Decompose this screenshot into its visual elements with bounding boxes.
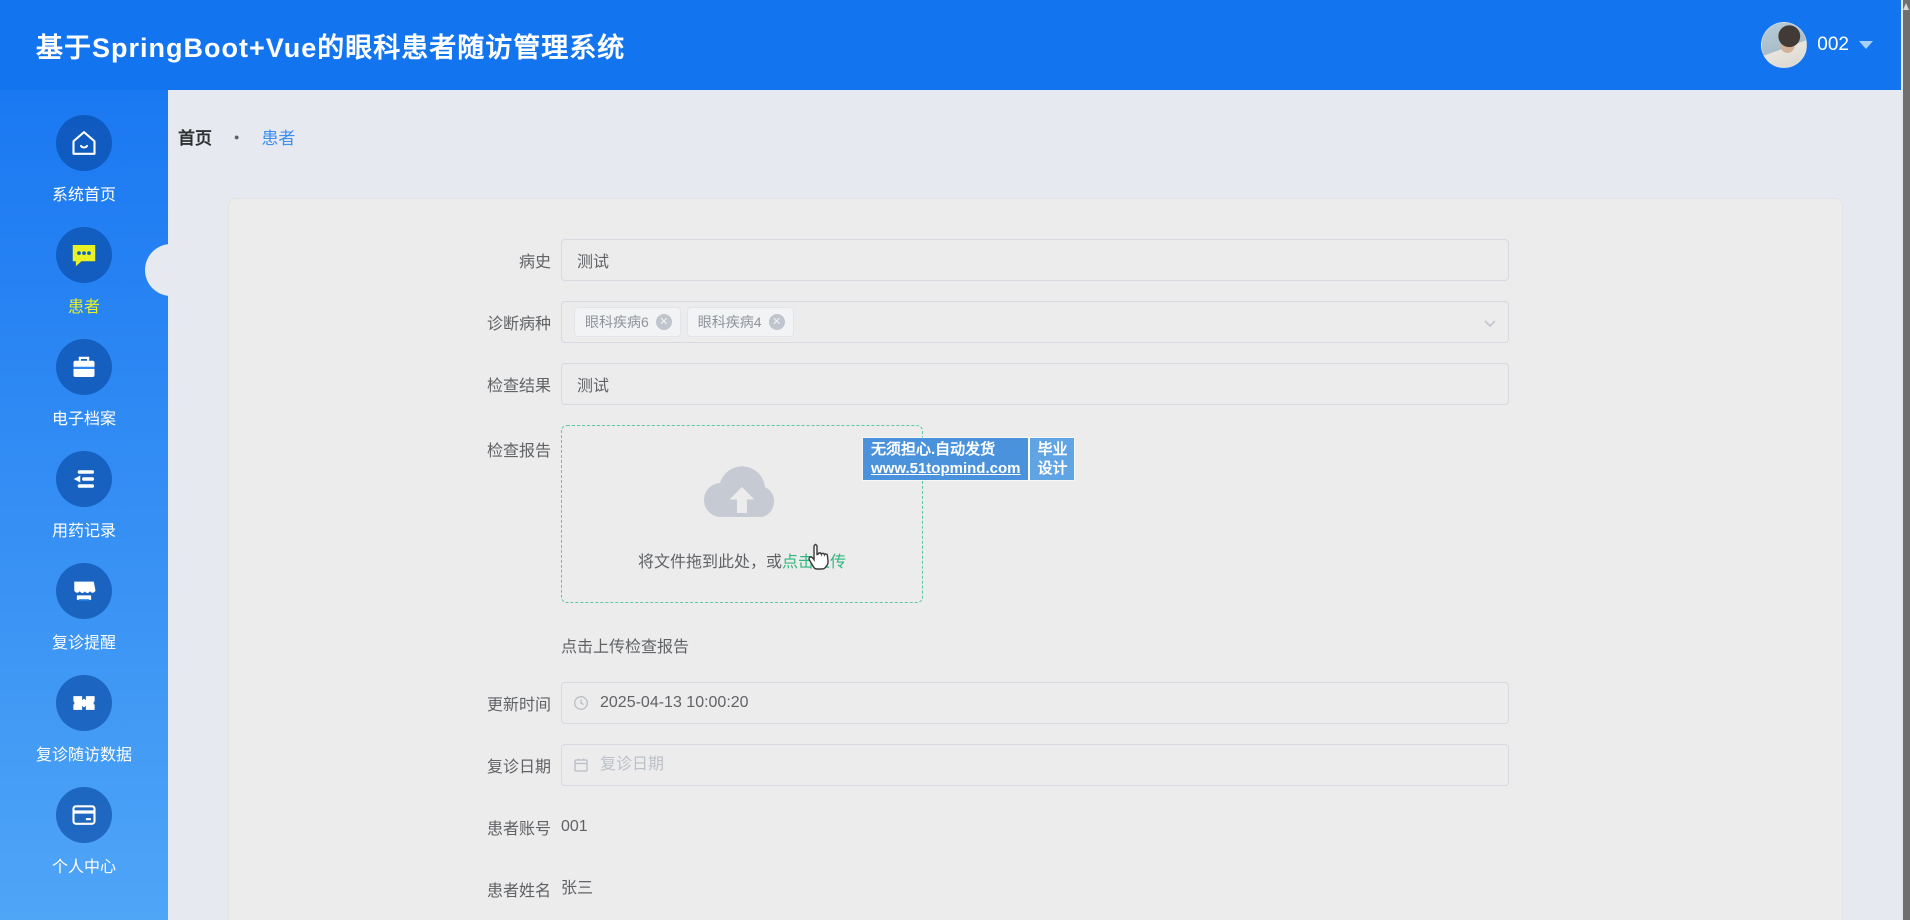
watermark-line1: 无须担心.自动发货	[871, 441, 996, 458]
sidebar-item-label: 复诊随访数据	[35, 747, 132, 764]
tag-close-icon[interactable]: ✕	[768, 314, 785, 330]
diagnosis-select[interactable]: 眼科疾病6 ✕ 眼科疾病4 ✕	[561, 301, 1509, 343]
user-avatar[interactable]	[1761, 22, 1808, 68]
user-name[interactable]: 002	[1817, 34, 1849, 56]
page-scrollbar[interactable]	[1903, 0, 1910, 920]
upload-tip: 点击上传检查报告	[561, 639, 690, 656]
list-icon	[56, 451, 112, 507]
chat-icon	[56, 227, 112, 283]
diagnosis-tag: 眼科疾病6 ✕	[574, 307, 681, 337]
exam-result-input[interactable]	[561, 363, 1509, 405]
home-icon	[56, 115, 112, 171]
revisit-date-input[interactable]	[561, 744, 1509, 786]
badge-line2: 设计	[1037, 460, 1068, 477]
medical-history-input[interactable]	[561, 239, 1509, 281]
sidebar-item-label: 电子档案	[51, 411, 116, 428]
patient-name-value: 张三	[561, 880, 594, 897]
main-content: 首页 ● 患者 病史 诊断病种 眼科疾病6 ✕	[168, 90, 1901, 920]
badge-line1: 毕业	[1037, 441, 1068, 458]
card-icon	[56, 787, 112, 843]
chevron-down-icon	[1482, 315, 1498, 336]
update-time-input[interactable]	[561, 682, 1509, 724]
field-label: 更新时间	[486, 697, 551, 714]
sidebar-item-patients[interactable]: 患者	[0, 227, 168, 318]
field-label: 诊断病种	[486, 316, 551, 333]
sidebar-item-reminder[interactable]: 复诊提醒	[0, 563, 168, 654]
field-label: 患者账号	[486, 821, 551, 838]
sidebar-item-medication[interactable]: 用药记录	[0, 451, 168, 542]
watermark-text: 无须担心.自动发货 www.51topmind.com	[863, 438, 1029, 480]
field-revisit-date: 复诊日期	[229, 744, 1842, 786]
diagnosis-tag: 眼科疾病4 ✕	[686, 307, 794, 337]
user-menu[interactable]: 002	[1761, 0, 1873, 90]
watermark-ad: 无须担心.自动发货 www.51topmind.com 毕业 设计	[863, 438, 1075, 480]
field-label: 检查结果	[486, 378, 551, 395]
breadcrumb-home[interactable]: 首页	[178, 124, 212, 149]
sidebar-item-label: 个人中心	[51, 859, 116, 876]
sidebar-item-label: 复诊提醒	[51, 635, 116, 652]
scroll-up-icon[interactable]	[1903, 3, 1909, 10]
watermark-url: www.51topmind.com	[871, 460, 1021, 477]
app-window: 基于SpringBoot+Vue的眼科患者随访管理系统 002 系统首页 患者 …	[0, 0, 1901, 920]
app-title: 基于SpringBoot+Vue的眼科患者随访管理系统	[36, 32, 626, 63]
sidebar-item-label: 系统首页	[51, 187, 116, 204]
field-label: 病史	[518, 254, 551, 271]
top-header: 基于SpringBoot+Vue的眼科患者随访管理系统 002	[0, 0, 1901, 90]
watermark-badge: 毕业 设计	[1028, 438, 1075, 480]
sidebar-nav: 系统首页 患者 电子档案 用药记录 复诊提醒 复诊随访数据 个人中心	[0, 90, 168, 920]
tag-label: 眼科疾病6	[585, 314, 649, 330]
sidebar-item-profile[interactable]: 个人中心	[0, 787, 168, 878]
sidebar-item-home[interactable]: 系统首页	[0, 115, 168, 206]
drag-text: 将文件拖到此处，或	[637, 554, 782, 571]
field-label: 复诊日期	[486, 759, 551, 776]
field-label: 患者姓名	[486, 883, 551, 900]
chevron-down-icon	[1859, 41, 1873, 49]
breadcrumb-separator-icon: ●	[234, 131, 240, 142]
field-patient-account: 患者账号 001	[229, 806, 1842, 848]
reminder-icon	[56, 563, 112, 619]
active-item-notch	[145, 244, 197, 296]
breadcrumb: 首页 ● 患者	[178, 124, 295, 149]
field-update-time: 更新时间	[229, 682, 1842, 724]
sidebar-item-label: 用药记录	[51, 523, 116, 540]
patient-account-value: 001	[561, 818, 588, 835]
tag-label: 眼科疾病4	[697, 314, 762, 330]
field-diagnosis: 诊断病种 眼科疾病6 ✕ 眼科疾病4 ✕	[229, 301, 1842, 343]
field-exam-result: 检查结果	[229, 363, 1842, 405]
briefcase-icon	[56, 339, 112, 395]
sidebar-item-followup-data[interactable]: 复诊随访数据	[0, 675, 168, 766]
tag-close-icon[interactable]: ✕	[655, 314, 672, 330]
mouse-cursor-icon	[806, 542, 832, 577]
ticket-icon	[56, 675, 112, 731]
sidebar-item-archives[interactable]: 电子档案	[0, 339, 168, 430]
form-panel: 病史 诊断病种 眼科疾病6 ✕ 眼科疾病4 ✕	[228, 198, 1843, 920]
field-patient-name: 患者姓名 张三	[229, 868, 1842, 910]
upload-cloud-icon	[704, 466, 775, 518]
breadcrumb-current: 患者	[261, 129, 296, 148]
field-medical-history: 病史	[229, 239, 1842, 281]
field-label: 检查报告	[486, 443, 551, 460]
sidebar-item-label: 患者	[67, 299, 100, 316]
